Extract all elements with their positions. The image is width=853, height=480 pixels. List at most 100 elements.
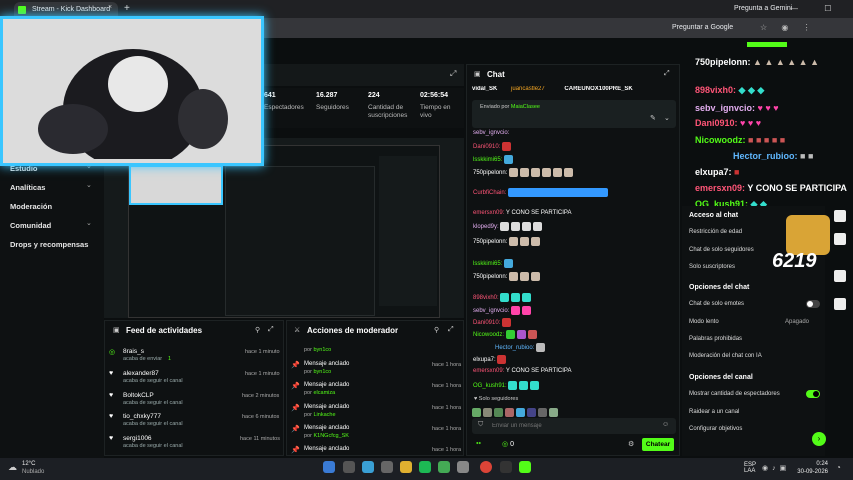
chat-username[interactable]: elxupa7: [473, 357, 496, 363]
chat-input[interactable] [492, 420, 652, 432]
feed-item-name[interactable]: sergi1006 [123, 435, 152, 442]
top-user[interactable]: CAREUNOX100PRE_SK [564, 86, 632, 92]
search-icon[interactable] [343, 461, 355, 473]
chat-icon: ▣ [474, 71, 481, 78]
chat-username[interactable]: CurbfiChain: [473, 190, 506, 196]
chevron-right-icon[interactable]: › [812, 432, 826, 446]
pinned-message[interactable]: Enviado por MaiaClasee ✎ ⌄ [472, 100, 676, 128]
chat-title: Chat [487, 70, 505, 79]
cloud-icon: ☁ [8, 462, 17, 472]
send-chat-button[interactable]: Chatear [642, 438, 674, 451]
feed-item-name[interactable]: tio_chxky777 [123, 413, 161, 420]
chat-username[interactable]: 750pipelonn: [473, 274, 507, 280]
chat-message: sebv_ignvcio: [473, 130, 509, 136]
edge-icon[interactable] [362, 461, 374, 473]
chat-text: Y CONO SE PARTICIPA [505, 368, 572, 374]
feed-item-name[interactable]: 8rais_s [123, 348, 144, 355]
feed-item-name[interactable]: alexander87 [123, 370, 159, 377]
chat-username[interactable]: 750pipelonn: [473, 170, 507, 176]
kick-icon[interactable] [519, 461, 531, 473]
show-viewers-toggle[interactable] [806, 390, 820, 398]
language-indicator[interactable]: ESP LAA [744, 462, 756, 474]
sidebar-item-moderacion[interactable]: Moderación [10, 202, 52, 211]
side-action-icon[interactable] [834, 270, 846, 282]
spotify-icon[interactable] [419, 461, 431, 473]
setting-goals[interactable]: Configurar objetivos [689, 426, 742, 432]
chat-username[interactable]: OG_kush91: [473, 383, 507, 389]
chat-message: Nicowoodz: [473, 330, 539, 339]
top-user[interactable]: vidal_SK [472, 86, 497, 92]
side-action-icon[interactable] [834, 210, 846, 222]
extension-icons[interactable]: ☆ ◉ ⋮ [760, 21, 817, 35]
clock-date[interactable]: 30-09-2026 [790, 469, 828, 475]
chat-username[interactable]: emersxn09: [473, 210, 504, 216]
setting-banned-words[interactable]: Palabras prohibidas [689, 336, 742, 342]
chat-username[interactable]: emersxn09: [473, 368, 504, 374]
emoji-icon[interactable]: ☺ [662, 421, 669, 428]
tray-icons[interactable]: ◉♪▣ [762, 464, 790, 472]
heart-icon: ♥ [109, 435, 114, 442]
emote-only-toggle[interactable] [806, 300, 820, 308]
filter-icon[interactable]: ⚲ [255, 326, 260, 334]
chat-username[interactable]: sebv_ignvcio: [473, 130, 509, 136]
setting-slow-mode[interactable]: Modo lento [689, 319, 719, 325]
chat-username[interactable]: lsskkimi65: [473, 157, 502, 163]
setting-age-restriction[interactable]: Restricción de edad [689, 229, 742, 235]
chat-username[interactable]: 750pipelonn: [473, 239, 507, 245]
feed-item-name[interactable]: BoltokCLP [123, 392, 154, 399]
chat-username[interactable]: 898vixh0: [473, 295, 499, 301]
expand-icon[interactable]: ⤢ [448, 326, 454, 334]
clock-time[interactable]: 0:24 [796, 461, 828, 467]
app-icon[interactable] [381, 461, 393, 473]
setting-ai-moderation[interactable]: Moderación del chat con IA [689, 353, 762, 359]
top-user[interactable]: juancastle27 [511, 86, 545, 92]
tab-close-icon[interactable]: × [108, 1, 112, 15]
setting-emote-only[interactable]: Chat de solo emotes [689, 301, 744, 307]
preview-dashboard [225, 166, 375, 316]
chat-username[interactable]: Dani0910: [473, 320, 500, 326]
chat-message: elxupa7: [473, 355, 508, 364]
weather-temp[interactable]: 12°C [22, 461, 35, 467]
new-tab-button[interactable]: + [124, 2, 130, 16]
side-action-icon[interactable] [834, 233, 846, 245]
popout-chat-message: Nicowoodz: ■ ■ ■ ■ ■ [695, 135, 786, 145]
gemini-button[interactable]: Pregunta a Gemini [734, 3, 792, 15]
chat-username[interactable]: sebv_ignvcio: [473, 308, 509, 314]
chat-username[interactable]: Dani0910: [473, 144, 500, 150]
settings-gear-icon[interactable]: ⚙ [628, 440, 634, 448]
folder-icon[interactable] [400, 461, 412, 473]
setting-followers-only[interactable]: Chat de solo seguidores [689, 247, 754, 253]
pin-icon: 📌 [291, 426, 300, 433]
sidebar-item-drops[interactable]: Drops y recompensas [10, 240, 88, 249]
app-icon[interactable] [438, 461, 450, 473]
windows-start-icon[interactable] [323, 461, 335, 473]
points-icon[interactable]: ⬩⬩ [476, 440, 481, 448]
setting-show-viewers[interactable]: Mostrar cantidad de espectadores [689, 391, 780, 397]
setting-subs-only[interactable]: Solo suscriptores [689, 264, 735, 270]
translate-button[interactable]: Preguntar a Google [672, 22, 733, 34]
pencil-icon[interactable]: ✎ [650, 114, 656, 122]
filter-icon[interactable]: ⚲ [434, 326, 439, 334]
notification-icon[interactable]: ◔ [836, 463, 841, 472]
chat-username[interactable]: lsskkimi65: [473, 261, 502, 267]
sidebar-item-comunidad[interactable]: Comunidad [10, 221, 51, 230]
expand-icon[interactable]: ⤢ [268, 326, 274, 334]
prayer-emote-image [786, 215, 830, 255]
progress-strip [747, 42, 787, 47]
chat-username[interactable]: Nicowoodz: [473, 332, 504, 338]
expand-icon[interactable]: ⤢ [450, 69, 456, 79]
sidebar-item-analiticas[interactable]: Analíticas [10, 183, 45, 192]
emote-bar[interactable] [472, 404, 676, 418]
feed-item-time: hace 1 minuto [245, 349, 280, 355]
obs-icon[interactable] [500, 461, 512, 473]
feed-item-sub: acaba de seguir el canal [123, 378, 183, 384]
chevron-down-icon[interactable]: ⌄ [664, 114, 670, 122]
chrome-icon[interactable] [480, 461, 492, 473]
heart-icon: ♥ [109, 392, 114, 399]
setting-raid[interactable]: Raidear a un canal [689, 409, 739, 415]
chat-username[interactable]: kloped9y: [473, 224, 499, 230]
side-action-icon[interactable] [834, 298, 846, 310]
expand-icon[interactable]: ⤢ [664, 70, 670, 78]
app-icon[interactable] [457, 461, 469, 473]
chat-username[interactable]: Hector_rubioo: [495, 345, 534, 351]
